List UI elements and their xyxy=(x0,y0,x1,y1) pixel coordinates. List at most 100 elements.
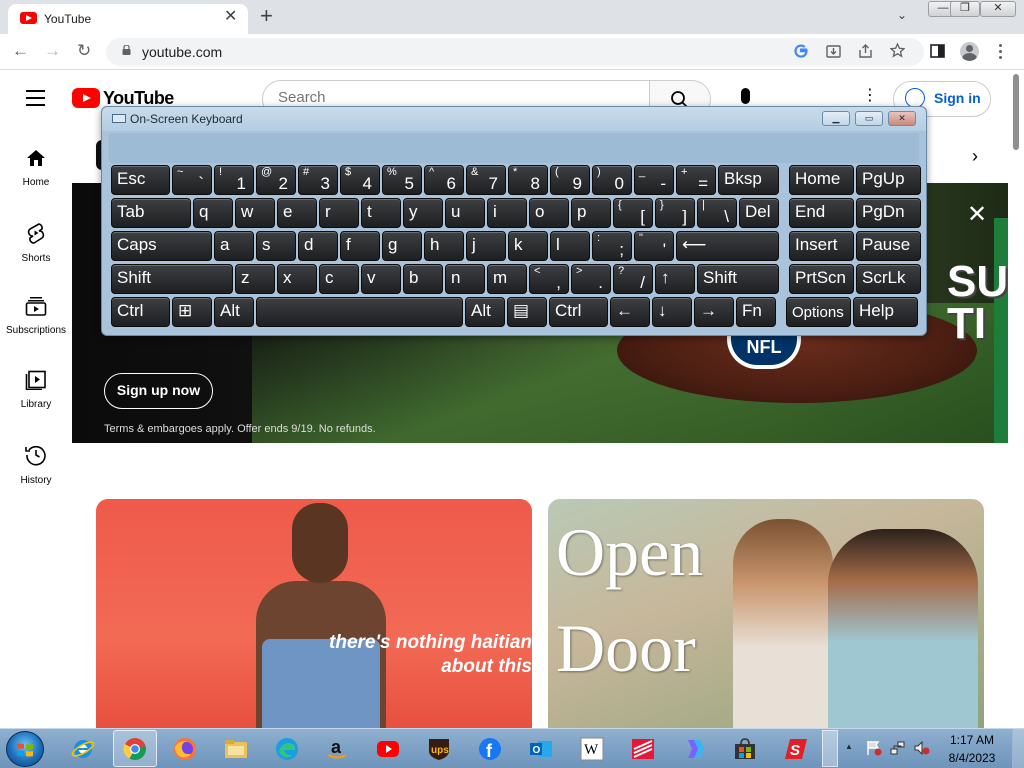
osk-key-v[interactable]: v xyxy=(361,264,401,294)
osk-key-x2190[interactable]: ← xyxy=(610,297,650,327)
osk-key-m[interactable]: m xyxy=(487,264,527,294)
taskbar-internet-explorer[interactable] xyxy=(61,731,105,767)
osk-key-x2f[interactable]: ? / xyxy=(613,264,653,294)
osk-maximize-button[interactable]: ▭ xyxy=(855,111,883,126)
taskbar-file-explorer[interactable] xyxy=(214,731,258,767)
taskbar-amazon[interactable]: a xyxy=(315,731,359,767)
forward-button[interactable]: → xyxy=(44,42,61,60)
install-icon[interactable] xyxy=(826,44,841,58)
start-button[interactable] xyxy=(6,731,44,767)
osk-key-j[interactable]: j xyxy=(466,231,506,261)
osk-key-b[interactable]: b xyxy=(403,264,443,294)
osk-key-l[interactable]: l xyxy=(550,231,590,261)
osk-key-1[interactable]: ! 1 xyxy=(214,165,254,195)
osk-key-x2193[interactable]: ↓ xyxy=(652,297,692,327)
osk-key-o[interactable]: o xyxy=(529,198,569,228)
osk-key-x3b[interactable]: :; xyxy=(592,231,632,261)
osk-key-6[interactable]: ^ 6 xyxy=(424,165,464,195)
osk-key-pgup[interactable]: PgUp xyxy=(856,165,921,195)
taskbar-ups[interactable]: ups xyxy=(417,731,461,767)
osk-key-r[interactable]: r xyxy=(319,198,359,228)
osk-key-alt[interactable]: Alt xyxy=(214,297,254,327)
osk-key-prtscn[interactable]: PrtScn xyxy=(789,264,854,294)
osk-key-p[interactable]: p xyxy=(571,198,611,228)
osk-title-bar[interactable]: On-Screen Keyboard ▁ ▭ ✕ xyxy=(102,107,926,131)
osk-key-0[interactable]: ) 0 xyxy=(592,165,632,195)
osk-key-7[interactable]: & 7 xyxy=(466,165,506,195)
video-thumbnail[interactable]: Open Door xyxy=(548,499,984,728)
sidebar-item-shorts[interactable]: Shorts xyxy=(0,222,72,264)
osk-key-9[interactable]: (9 xyxy=(550,165,590,195)
osk-key-d[interactable]: d xyxy=(298,231,338,261)
osk-key-3[interactable]: #3 xyxy=(298,165,338,195)
osk-key-space[interactable] xyxy=(256,297,463,327)
osk-key-x2191[interactable]: ↑ xyxy=(655,264,695,294)
taskbar-facebook[interactable]: f xyxy=(468,731,512,767)
reload-button[interactable]: ↻ xyxy=(77,42,91,60)
google-icon[interactable] xyxy=(794,44,808,58)
scrollbar-thumb[interactable] xyxy=(1013,74,1019,150)
network-icon[interactable] xyxy=(890,740,906,756)
microphone-icon[interactable] xyxy=(741,88,750,104)
video-thumbnail[interactable]: there's nothing haitian about this xyxy=(96,499,532,728)
osk-key-esc[interactable]: Esc xyxy=(111,165,170,195)
osk-key-x27f5[interactable]: ⟵ xyxy=(676,231,779,261)
taskbar-copilot[interactable] xyxy=(672,731,716,767)
back-button[interactable]: ← xyxy=(12,42,29,60)
on-screen-keyboard-window[interactable]: On-Screen Keyboard ▁ ▭ ✕ Esc ~ `! 1 @2 #3 $4% 5… xyxy=(101,106,927,336)
osk-key-alt[interactable]: Alt xyxy=(465,297,505,327)
page-scrollbar[interactable] xyxy=(1008,70,1024,728)
osk-key-w[interactable]: w xyxy=(235,198,275,228)
settings-dots-icon[interactable]: ⋮ xyxy=(862,88,878,104)
osk-key-a[interactable]: a xyxy=(214,231,254,261)
volume-muted-icon[interactable] xyxy=(914,740,930,756)
osk-key-x5c[interactable]: | \ xyxy=(697,198,737,228)
close-window-button[interactable]: ✕ xyxy=(980,1,1016,17)
osk-key-home[interactable]: Home xyxy=(789,165,854,195)
osk-key-q[interactable]: q xyxy=(193,198,233,228)
osk-key-shift[interactable]: Shift xyxy=(697,264,779,294)
osk-minimize-button[interactable]: ▁ xyxy=(822,111,850,126)
osk-key-caps[interactable]: Caps xyxy=(111,231,212,261)
osk-key-end[interactable]: End xyxy=(789,198,854,228)
osk-key-2[interactable]: @2 xyxy=(256,165,296,195)
chevron-right-icon[interactable]: › xyxy=(972,146,978,167)
osk-key-pgdn[interactable]: PgDn xyxy=(856,198,921,228)
close-ad-icon[interactable]: ✕ xyxy=(967,203,987,227)
osk-key-x25a4[interactable]: ▤ xyxy=(507,297,547,327)
taskbar-overflow-scroller[interactable] xyxy=(822,730,838,767)
osk-key-h[interactable]: h xyxy=(424,231,464,261)
action-center-flag-icon[interactable] xyxy=(866,740,882,756)
osk-key-i[interactable]: i xyxy=(487,198,527,228)
osk-key-ctrl[interactable]: Ctrl xyxy=(549,297,608,327)
hamburger-menu-icon[interactable] xyxy=(26,90,45,106)
osk-key-x2d[interactable]: _ - xyxy=(634,165,674,195)
sign-up-button[interactable]: Sign up now xyxy=(104,373,213,409)
osk-key-c[interactable]: c xyxy=(319,264,359,294)
osk-close-button[interactable]: ✕ xyxy=(888,111,916,126)
osk-key-4[interactable]: $4 xyxy=(340,165,380,195)
osk-key-k[interactable]: k xyxy=(508,231,548,261)
osk-key-e[interactable]: e xyxy=(277,198,317,228)
osk-key-shift[interactable]: Shift xyxy=(111,264,233,294)
osk-key-insert[interactable]: Insert xyxy=(789,231,854,261)
osk-key-s[interactable]: s xyxy=(256,231,296,261)
osk-key-x27[interactable]: " ' xyxy=(634,231,674,261)
bookmark-star-icon[interactable] xyxy=(890,43,905,58)
osk-key-scrlk[interactable]: ScrLk xyxy=(856,264,921,294)
osk-key-help[interactable]: Help xyxy=(853,297,918,327)
menu-dots-icon[interactable] xyxy=(999,44,1003,60)
osk-key-x2e[interactable]: >. xyxy=(571,264,611,294)
osk-key-8[interactable]: * 8 xyxy=(508,165,548,195)
show-desktop-button[interactable] xyxy=(1012,729,1024,768)
taskbar-outlook[interactable]: O xyxy=(519,731,563,767)
youtube-logo-icon[interactable] xyxy=(72,88,100,108)
osk-key-x[interactable]: x xyxy=(277,264,317,294)
osk-key-x5b[interactable]: {[ xyxy=(613,198,653,228)
osk-key-t[interactable]: t xyxy=(361,198,401,228)
tray-expand-icon[interactable]: ▲ xyxy=(845,742,853,751)
share-icon[interactable] xyxy=(858,44,873,58)
new-tab-button[interactable]: + xyxy=(260,5,273,27)
tab-close-icon[interactable]: ✕ xyxy=(224,9,237,25)
sidebar-item-library[interactable]: Library xyxy=(0,370,72,410)
